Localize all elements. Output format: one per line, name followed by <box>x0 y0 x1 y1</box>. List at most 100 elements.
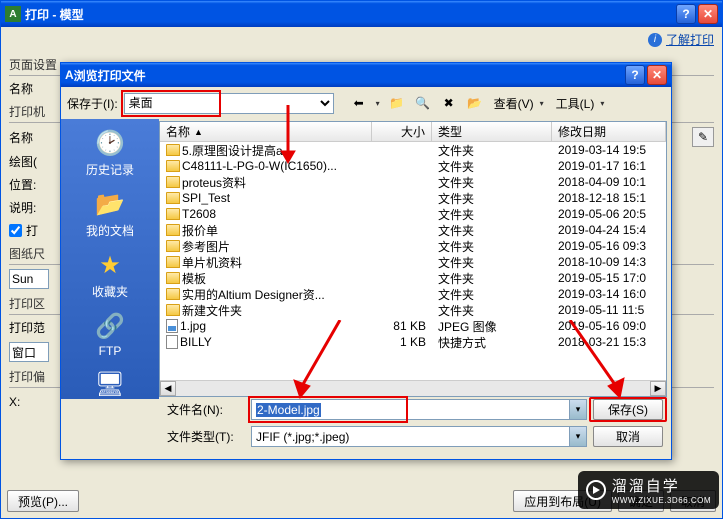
col-size[interactable]: 大小 <box>372 122 432 141</box>
file-size: 81 KB <box>372 319 432 333</box>
dialog-toolbar: 保存于(I): 桌面 ⬅ ▾ 📁 🔍 ✖ 📂 查看(V) ▾ 工具(L) ▾ <box>61 87 671 119</box>
desktop-icon: 🖥 <box>94 368 126 399</box>
save-button[interactable]: 保存(S) <box>593 399 663 420</box>
outer-title: 打印 - 模型 <box>25 6 84 23</box>
file-name: proteus资料 <box>182 174 246 191</box>
location-combo[interactable]: 桌面 <box>124 93 334 114</box>
window-input[interactable] <box>9 342 49 362</box>
view-dropdown[interactable]: ▾ <box>538 99 546 108</box>
sidebar-favorites-label: 收藏夹 <box>92 283 128 300</box>
up-folder-icon[interactable]: 📁 <box>386 93 408 114</box>
file-type: 文件夹 <box>432 286 552 303</box>
dialog-help-button[interactable]: ? <box>625 65 645 85</box>
file-row[interactable]: C48111-L-PG-0-W(IC1650)...文件夹2019-01-17 … <box>160 158 666 174</box>
file-name: 单片机资料 <box>182 254 242 271</box>
watermark-cn: 溜溜自学 <box>612 478 680 495</box>
file-row[interactable]: 单片机资料文件夹2018-10-09 14:3 <box>160 254 666 270</box>
dialog-close-button[interactable]: ✕ <box>647 65 667 85</box>
filetype-combo[interactable]: JFIF (*.jpg;*.jpeg) ▾ <box>251 426 587 447</box>
file-row[interactable]: 报价单文件夹2019-04-24 15:4 <box>160 222 666 238</box>
file-row[interactable]: 新建文件夹文件夹2019-05-11 11:5 <box>160 302 666 318</box>
file-row[interactable]: T2608文件夹2019-05-06 20:5 <box>160 206 666 222</box>
filetype-dropdown-icon[interactable]: ▾ <box>569 427 586 446</box>
filetype-label: 文件类型(T): <box>167 428 245 445</box>
file-row[interactable]: 模板 文件夹2019-05-15 17:0 <box>160 270 666 286</box>
file-type: 文件夹 <box>432 190 552 207</box>
star-icon: ★ <box>94 249 126 281</box>
new-folder-icon[interactable]: 📂 <box>464 93 486 114</box>
help-button[interactable]: ? <box>676 4 696 24</box>
filename-input[interactable]: 2-Model.jpg ▾ <box>251 399 587 420</box>
sidebar-history[interactable]: 🕑 历史记录 <box>70 127 150 178</box>
file-row[interactable]: 实用的Altium Designer资...文件夹2019-03-14 16:0 <box>160 286 666 302</box>
file-name: C48111-L-PG-0-W(IC1650)... <box>182 159 337 173</box>
browse-print-file-dialog: A 浏览打印文件 ? ✕ 保存于(I): 桌面 ⬅ ▾ 📁 🔍 ✖ 📂 查看(V… <box>60 62 672 460</box>
dialog-title: 浏览打印文件 <box>74 67 146 84</box>
col-name[interactable]: 名称 ▲ <box>160 122 372 141</box>
folder-icon <box>166 256 180 268</box>
filename-label: 文件名(N): <box>167 401 245 418</box>
sidebar-desktop[interactable]: 🖥桌面 <box>70 368 150 399</box>
file-type: 文件夹 <box>432 270 552 287</box>
file-name: 参考图片 <box>182 238 230 255</box>
paper-size-input[interactable] <box>9 269 49 289</box>
tools-dropdown[interactable]: ▾ <box>598 99 606 108</box>
horizontal-scrollbar[interactable]: ◀ ▶ <box>160 380 666 396</box>
file-row[interactable]: 参考图片 文件夹2019-05-16 09:3 <box>160 238 666 254</box>
print-to-file-check[interactable] <box>9 224 22 237</box>
file-name: 模板 <box>182 270 206 287</box>
col-type[interactable]: 类型 <box>432 122 552 141</box>
preview-button[interactable]: 预览(P)... <box>7 490 79 512</box>
tools-menu[interactable]: 工具(L) <box>556 95 595 112</box>
file-name: 报价单 <box>182 222 218 239</box>
folder-icon <box>166 160 180 172</box>
back-dropdown[interactable]: ▾ <box>374 99 382 108</box>
file-row[interactable]: 1.jpg81 KBJPEG 图像2019-05-16 09:0 <box>160 318 666 334</box>
file-date: 2019-03-14 19:5 <box>552 143 666 157</box>
col-date[interactable]: 修改日期 <box>552 122 666 141</box>
pencil-icon[interactable]: ✎ <box>692 127 714 147</box>
watermark-en: WWW.ZIXUE.3D66.COM <box>612 496 711 505</box>
file-type: 文件夹 <box>432 302 552 319</box>
folder-icon <box>166 272 180 284</box>
sidebar-ftp[interactable]: 🔗 FTP <box>70 310 150 358</box>
file-date: 2019-05-16 09:3 <box>552 239 666 253</box>
search-icon[interactable]: 🔍 <box>412 93 434 114</box>
filename-value: 2-Model.jpg <box>256 403 321 417</box>
folder-icon <box>166 224 180 236</box>
file-row[interactable]: SPI_Test文件夹2018-12-18 15:1 <box>160 190 666 206</box>
help-link[interactable]: 了解打印 <box>666 31 714 48</box>
file-date: 2018-04-09 10:1 <box>552 175 666 189</box>
scroll-right-icon[interactable]: ▶ <box>650 381 666 396</box>
file-date: 2019-04-24 15:4 <box>552 223 666 237</box>
ftp-icon: 🔗 <box>94 310 126 342</box>
filename-dropdown-icon[interactable]: ▾ <box>569 400 586 419</box>
file-date: 2018-10-09 14:3 <box>552 255 666 269</box>
file-type: 文件夹 <box>432 174 552 191</box>
dialog-titlebar: A 浏览打印文件 ? ✕ <box>61 63 671 87</box>
file-list[interactable]: 名称 ▲ 大小 类型 修改日期 5.原理图设计提高a文件夹2019-03-14 … <box>159 121 667 397</box>
sidebar-favorites[interactable]: ★ 收藏夹 <box>70 249 150 300</box>
view-menu[interactable]: 查看(V) <box>494 95 534 112</box>
file-row[interactable]: BILLY1 KB快捷方式2018-03-21 15:3 <box>160 334 666 350</box>
sidebar-ftp-label: FTP <box>99 344 122 358</box>
history-icon: 🕑 <box>94 127 126 159</box>
watermark: 溜溜自学 WWW.ZIXUE.3D66.COM <box>578 471 719 509</box>
sidebar-documents[interactable]: 📂我的文档 <box>70 188 150 239</box>
dialog-cancel-button[interactable]: 取消 <box>593 426 663 447</box>
file-row[interactable]: 5.原理图设计提高a文件夹2019-03-14 19:5 <box>160 142 666 158</box>
folder-icon <box>166 176 180 188</box>
file-date: 2019-05-15 17:0 <box>552 271 666 285</box>
file-row[interactable]: proteus资料 文件夹2018-04-09 10:1 <box>160 174 666 190</box>
folder-icon <box>166 144 180 156</box>
delete-icon[interactable]: ✖ <box>438 93 460 114</box>
sidebar-history-label: 历史记录 <box>86 161 134 178</box>
file-type: 文件夹 <box>432 238 552 255</box>
save-in-label: 保存于(I): <box>67 95 118 112</box>
file-date: 2019-05-16 09:0 <box>552 319 666 333</box>
scroll-left-icon[interactable]: ◀ <box>160 381 176 396</box>
file-name: SPI_Test <box>182 191 230 205</box>
close-button[interactable]: ✕ <box>698 4 718 24</box>
file-name: 实用的Altium Designer资... <box>182 286 325 303</box>
back-icon[interactable]: ⬅ <box>348 93 370 114</box>
